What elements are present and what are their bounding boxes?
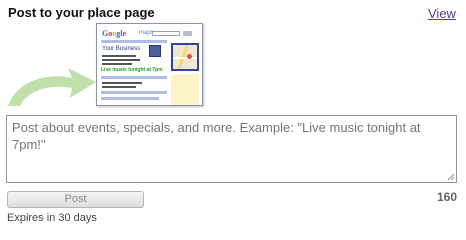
- preview-text-line: [102, 82, 142, 84]
- map-pin-icon: [187, 54, 192, 59]
- preview-business-name: Your Business: [102, 46, 141, 52]
- post-button[interactable]: Post: [7, 191, 144, 208]
- expires-note: Expires in 30 days: [7, 212, 97, 224]
- preview-search-button: [183, 31, 192, 36]
- page-title: Post to your place page: [8, 5, 155, 20]
- preview-google-logo: Google: [102, 29, 126, 38]
- place-page-preview: Google maps Your Business Live music ton…: [96, 23, 203, 106]
- preview-text-line: [102, 59, 140, 61]
- preview-text-line: [102, 63, 132, 65]
- preview-thumbnail: [149, 45, 161, 57]
- preview-bar: [101, 76, 167, 79]
- preview-bar: [101, 40, 167, 43]
- view-link[interactable]: View: [428, 6, 456, 21]
- preview-bar: [101, 91, 167, 94]
- character-counter: 160: [437, 190, 458, 204]
- logo-letter: e: [122, 29, 127, 38]
- preview-text-line: [102, 86, 136, 88]
- preview-side-panel: [171, 74, 199, 105]
- resize-grip-icon[interactable]: [447, 173, 455, 181]
- post-textarea[interactable]: [6, 115, 457, 183]
- preview-bar: [101, 97, 159, 100]
- preview-text-line: [102, 55, 136, 57]
- preview-map: [171, 43, 199, 71]
- curved-arrow-icon: [8, 68, 96, 106]
- preview-search-box: [152, 31, 180, 36]
- preview-highlight-post: Live music tonight at 7pm: [101, 67, 163, 73]
